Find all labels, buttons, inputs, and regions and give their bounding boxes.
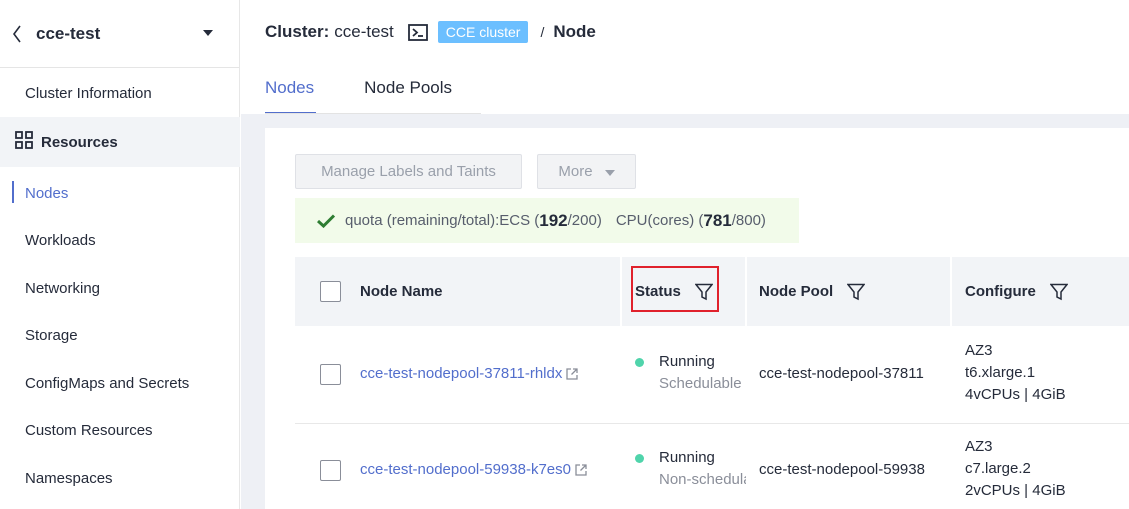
column-divider (745, 257, 747, 326)
sidebar-item-namespaces[interactable]: Namespaces (0, 465, 240, 491)
status-cell: Running Schedulable (659, 351, 742, 395)
status-column-highlight (631, 266, 719, 312)
sidebar-item-custom-resources[interactable]: Custom Resources (0, 417, 240, 443)
external-link-icon (574, 463, 588, 477)
filter-icon[interactable] (847, 283, 866, 301)
caret-down-icon (604, 163, 615, 180)
config-specs: 2vCPUs | 4GiB (965, 482, 1066, 499)
sidebar-item-networking[interactable]: Networking (0, 275, 240, 301)
running-status-dot (635, 454, 644, 463)
filter-icon[interactable] (1049, 283, 1068, 301)
back-chevron-icon[interactable] (12, 22, 26, 46)
table-row: cce-test-nodepool-59938-k7es0 Running No… (295, 424, 1129, 509)
tab-node-pools[interactable]: Node Pools (364, 78, 502, 114)
sidebar-item-workloads[interactable]: Workloads (0, 227, 240, 253)
quota-ecs-total: /200) (567, 212, 602, 229)
tab-nodes[interactable]: Nodes (265, 78, 364, 114)
caret-down-icon[interactable] (202, 24, 214, 42)
cluster-name: cce-test (334, 22, 394, 41)
more-button-label: More (558, 163, 593, 180)
cluster-type-badge: CCE cluster (437, 21, 529, 43)
quota-cpu-total: /800) (731, 212, 766, 229)
column-divider (950, 257, 952, 326)
schedule-status: Schedulable (659, 375, 742, 392)
status-text: Running (659, 449, 715, 466)
breadcrumb-separator: / (540, 24, 545, 40)
cluster-switcher[interactable]: cce-test (0, 0, 239, 68)
node-name: cce-test-nodepool-59938-k7es0 (360, 461, 571, 478)
node-pool: cce-test-nodepool-37811 (759, 365, 924, 382)
breadcrumb: Cluster: cce-test CCE cluster / Node (265, 18, 596, 46)
manage-labels-button[interactable]: Manage Labels and Taints (295, 154, 522, 189)
node-pool: cce-test-nodepool-59938 (759, 461, 925, 478)
cluster-label: Cluster: (265, 22, 330, 41)
configure-cell: AZ3 c7.large.2 2vCPUs | 4GiB (965, 436, 1066, 502)
tab-bar: Nodes Node Pools (265, 78, 502, 114)
config-flavor: t6.xlarge.1 (965, 364, 1036, 381)
row-checkbox[interactable] (320, 364, 341, 385)
sidebar-section-resources[interactable]: Resources (0, 117, 240, 167)
config-az: AZ3 (965, 438, 993, 455)
node-name-link[interactable]: cce-test-nodepool-37811-rhldx (360, 365, 579, 382)
table-row: cce-test-nodepool-37811-rhldx Running Sc… (295, 326, 1129, 424)
row-checkbox[interactable] (320, 460, 341, 481)
grid-icon (15, 131, 33, 153)
quota-ecs-prefix: quota (remaining/total):ECS ( (345, 212, 540, 229)
nodes-card: Manage Labels and Taints More quota (rem… (265, 128, 1129, 509)
status-text: Running (659, 353, 715, 370)
sidebar-item-configmaps-and-secrets[interactable]: ConfigMaps and Secrets (0, 370, 240, 396)
check-icon (317, 213, 335, 228)
config-flavor: c7.large.2 (965, 460, 1031, 477)
column-configure-label: Configure (965, 283, 1036, 300)
column-node-name: Node Name (360, 283, 443, 300)
select-all-checkbox-cell (320, 257, 341, 326)
sidebar-item-storage[interactable]: Storage (0, 322, 240, 348)
schedule-status: Non-schedula (659, 471, 746, 488)
select-all-checkbox[interactable] (320, 281, 341, 302)
quota-ecs-remaining: 192 (539, 210, 568, 230)
quota-cpu-remaining: 781 (703, 210, 732, 230)
page-title: Node (553, 22, 596, 41)
config-az: AZ3 (965, 342, 993, 359)
column-configure: Configure (965, 257, 1068, 326)
config-specs: 4vCPUs | 4GiB (965, 386, 1066, 403)
table-header: Node Name Status Node Pool Configure (295, 257, 1129, 326)
status-cell: Running Non-schedula (659, 447, 746, 491)
node-name: cce-test-nodepool-37811-rhldx (360, 365, 563, 382)
main-content: Cluster: cce-test CCE cluster / Node Nod… (241, 0, 1129, 509)
running-status-dot (635, 358, 644, 367)
quota-cpu-prefix: CPU(cores) ( (615, 212, 704, 229)
configure-cell: AZ3 t6.xlarge.1 4vCPUs | 4GiB (965, 340, 1066, 406)
sidebar-section-label: Resources (41, 133, 118, 151)
node-name-link[interactable]: cce-test-nodepool-59938-k7es0 (360, 461, 588, 478)
column-divider (620, 257, 622, 326)
nodes-table: Node Name Status Node Pool Configure cce… (295, 257, 1129, 509)
column-node-pool-label: Node Pool (759, 283, 834, 300)
sidebar-item-nodes[interactable]: Nodes (0, 180, 240, 206)
sidebar: cce-test Cluster Information Resources N… (0, 0, 240, 509)
external-link-icon (565, 367, 579, 381)
sidebar-cluster-name: cce-test (36, 23, 101, 43)
sidebar-item-cluster-information[interactable]: Cluster Information (0, 80, 240, 106)
terminal-icon[interactable] (407, 23, 428, 41)
column-node-pool: Node Pool (759, 257, 866, 326)
quota-banner: quota (remaining/total):ECS (192/200) CP… (295, 198, 799, 243)
more-button[interactable]: More (537, 154, 636, 189)
